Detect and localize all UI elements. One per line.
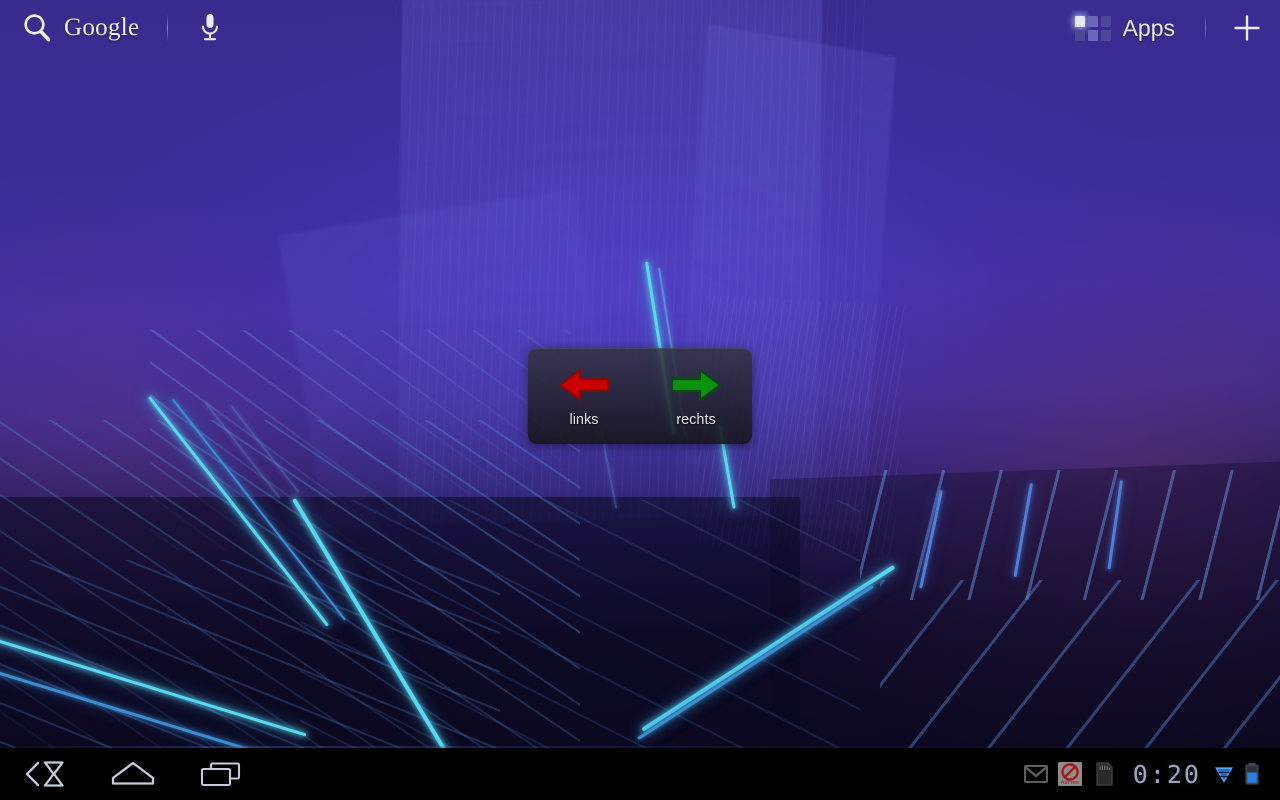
plus-icon: [1234, 15, 1260, 41]
recent-apps-icon: [200, 762, 241, 787]
svg-text:AdFree: AdFree: [1061, 780, 1080, 786]
search-divider: [167, 15, 169, 41]
apps-grid-cell: [1074, 15, 1085, 27]
all-apps-button[interactable]: Apps: [1065, 6, 1185, 50]
battery-icon[interactable]: [1240, 754, 1264, 794]
arrow-left-icon: [556, 364, 612, 406]
microphone-icon[interactable]: [190, 6, 230, 50]
home-icon: [111, 761, 155, 785]
system-navigation-bar: AdFree 0:20: [0, 746, 1280, 800]
apps-grid-cell: [1074, 29, 1085, 41]
system-nav-buttons: [0, 754, 250, 794]
apps-grid-cell: [1087, 15, 1098, 27]
wifi-icon[interactable]: [1211, 754, 1237, 794]
widget-label-links: links: [569, 412, 599, 428]
gmail-icon[interactable]: [1019, 754, 1053, 794]
recent-apps-button[interactable]: [192, 754, 250, 794]
arrow-right-icon: [668, 364, 724, 406]
google-search-widget[interactable]: Google: [14, 4, 230, 52]
search-icon[interactable]: [14, 5, 60, 51]
widget-button-links[interactable]: links: [528, 348, 640, 444]
topbar-divider: [1205, 16, 1206, 40]
apps-grid-cell: [1087, 29, 1098, 41]
back-button[interactable]: [16, 754, 74, 794]
status-tray[interactable]: AdFree 0:20: [1019, 754, 1280, 794]
direction-widget[interactable]: links rechts: [528, 348, 752, 444]
status-indicators[interactable]: [1211, 754, 1270, 794]
apps-grid-cell: [1100, 15, 1111, 27]
back-icon: [25, 761, 64, 787]
sdcard-icon[interactable]: [1087, 754, 1121, 794]
google-wordmark[interactable]: Google: [64, 14, 139, 42]
android-home-screen: Google Apps links rechts AdFree 0:20: [0, 0, 1280, 800]
customize-button[interactable]: [1226, 7, 1268, 49]
apps-grid-icon: [1074, 15, 1111, 41]
apps-button-label: Apps: [1122, 14, 1175, 41]
widget-label-rechts: rechts: [676, 412, 716, 428]
widget-button-rechts[interactable]: rechts: [640, 348, 752, 444]
apps-grid-cell: [1100, 29, 1111, 41]
status-clock[interactable]: 0:20: [1133, 760, 1201, 789]
status-search-bar: Google Apps: [0, 0, 1280, 56]
home-actions: Apps: [1065, 4, 1280, 52]
home-button[interactable]: [104, 754, 162, 794]
adfree-icon[interactable]: AdFree: [1053, 754, 1087, 794]
